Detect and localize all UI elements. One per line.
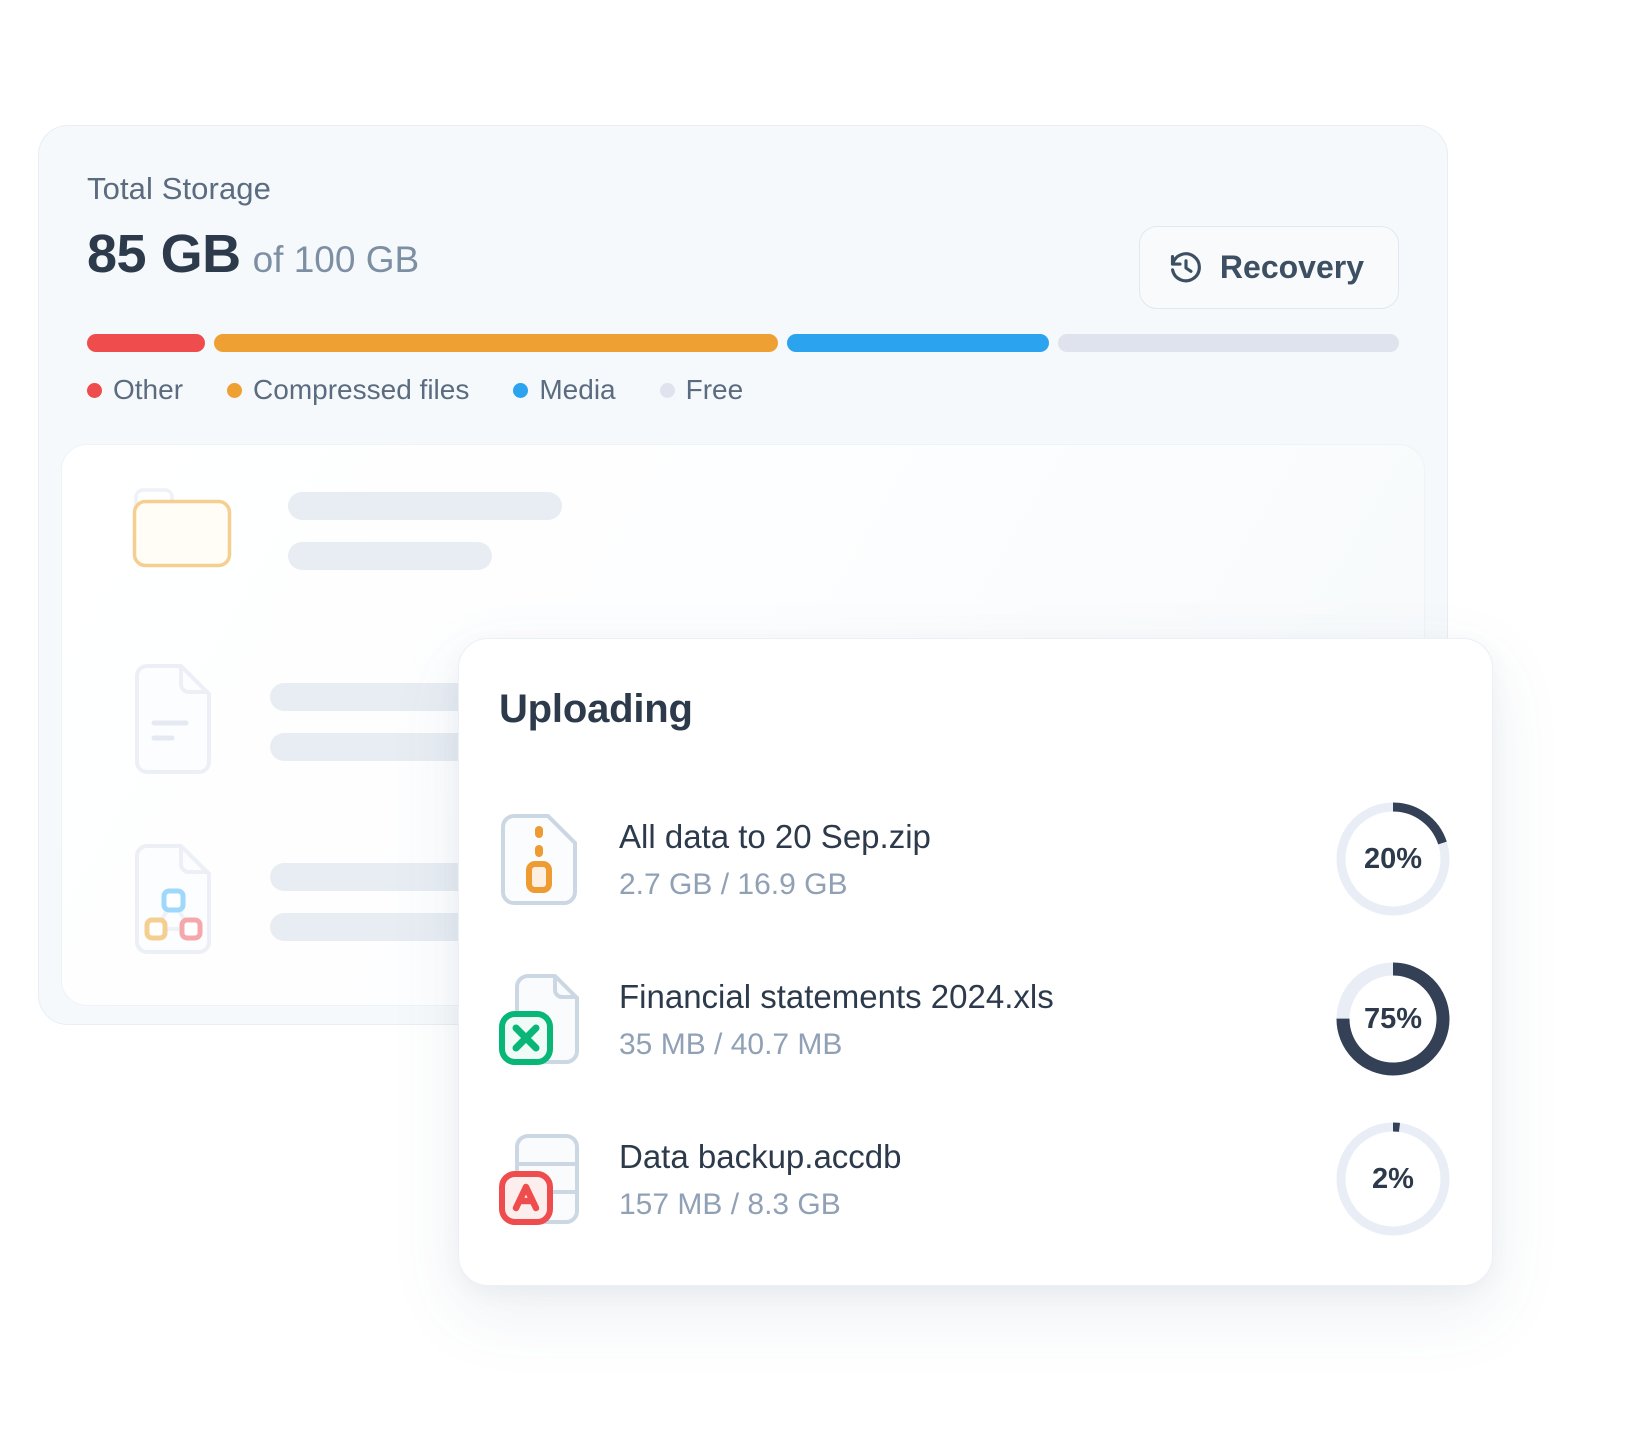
file-size: 2.7 GB / 16.9 GB (619, 867, 848, 901)
progress-percent-label: 2% (1372, 1162, 1414, 1195)
zip-file-icon (499, 813, 579, 905)
uploading-card: Uploading All data to 20 Sep.zip 2.7 GB … (458, 638, 1493, 1286)
upload-item-xls[interactable]: Financial statements 2024.xls 35 MB / 40… (499, 939, 1452, 1099)
access-file-icon (499, 1133, 579, 1225)
history-clock-icon (1168, 250, 1204, 286)
upload-item-accdb[interactable]: Data backup.accdb 157 MB / 8.3 GB 2% (499, 1099, 1452, 1259)
storage-legend: Other Compressed files Media Free (87, 374, 743, 406)
storage-total-value: of 100 GB (252, 239, 420, 280)
page-title: Total Storage (87, 171, 271, 206)
upload-item-zip[interactable]: All data to 20 Sep.zip 2.7 GB / 16.9 GB … (499, 779, 1452, 939)
storage-used-value: 85 GB (87, 224, 241, 284)
recovery-button[interactable]: Recovery (1138, 226, 1399, 309)
file-size: 35 MB / 40.7 MB (619, 1027, 843, 1061)
legend-label: Free (685, 374, 744, 405)
usage-segment-compressed-files (214, 334, 778, 352)
uploading-file-list: All data to 20 Sep.zip 2.7 GB / 16.9 GB … (499, 779, 1452, 1259)
skeleton-line (270, 912, 484, 941)
upload-progress-ring: 75% (1334, 960, 1452, 1078)
progress-percent-label: 75% (1363, 1002, 1423, 1035)
file-name: All data to 20 Sep.zip (619, 818, 931, 856)
file-name: Data backup.accdb (619, 1138, 902, 1176)
file-size: 157 MB / 8.3 GB (619, 1187, 841, 1221)
usage-segment-free (1058, 334, 1400, 352)
folder-icon (128, 483, 236, 578)
upload-progress-ring: 2% (1334, 1120, 1452, 1238)
legend-color-dot (659, 382, 675, 398)
excel-file-icon (499, 973, 579, 1065)
file-meta: Financial statements 2024.xls 35 MB / 40… (619, 976, 1334, 1061)
legend-item-compressed-files: Compressed files (227, 374, 469, 406)
document-lines-icon (128, 663, 218, 780)
legend-label: Other (113, 374, 184, 405)
file-name: Financial statements 2024.xls (619, 978, 1054, 1016)
storage-header: Total Storage 85 GB of 100 GB Recovery (87, 171, 1399, 309)
skeleton-line (288, 541, 492, 570)
skeleton-line (288, 491, 562, 520)
upload-progress-ring: 20% (1334, 800, 1452, 918)
file-meta: All data to 20 Sep.zip 2.7 GB / 16.9 GB (619, 816, 1334, 901)
legend-item-free: Free (659, 374, 744, 406)
legend-item-media: Media (513, 374, 616, 406)
progress-percent-label: 20% (1363, 842, 1423, 875)
legend-color-dot (227, 382, 243, 398)
list-item[interactable] (128, 483, 562, 578)
storage-usage-bar (87, 334, 1400, 352)
usage-segment-media (786, 334, 1050, 352)
legend-color-dot (87, 382, 102, 398)
legend-label: Compressed files (253, 374, 470, 405)
legend-item-other: Other (87, 374, 183, 406)
skeleton-lines (288, 491, 562, 570)
uploading-title: Uploading (499, 687, 693, 731)
legend-label: Media (539, 374, 616, 405)
legend-color-dot (513, 382, 529, 398)
recovery-button-label: Recovery (1219, 249, 1364, 285)
storage-dashboard-illustration: Total Storage 85 GB of 100 GB Recovery O… (0, 0, 1644, 1452)
file-meta: Data backup.accdb 157 MB / 8.3 GB (619, 1136, 1334, 1221)
document-network-icon (128, 843, 218, 960)
usage-segment-other (87, 334, 206, 352)
